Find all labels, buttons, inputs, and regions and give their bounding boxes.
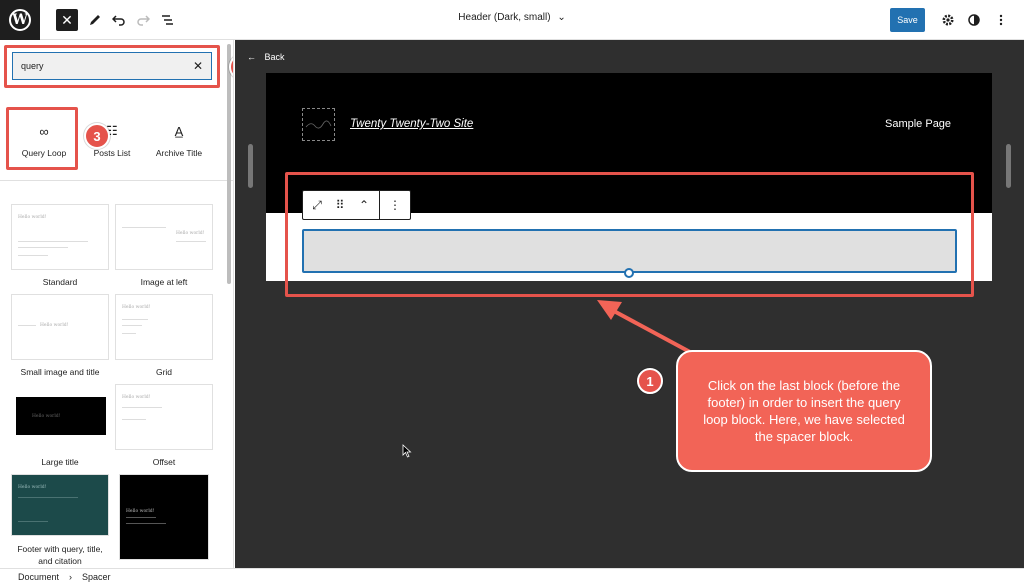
block-breadcrumb: Document › Spacer: [0, 568, 1024, 585]
mouse-cursor-icon: [402, 444, 412, 458]
breadcrumb-item-spacer[interactable]: Spacer: [82, 572, 111, 582]
annotation-badge-3: 3: [84, 123, 110, 149]
chevron-right-icon: ›: [69, 572, 73, 582]
annotation-callout: Click on the last block (before the foot…: [676, 350, 932, 472]
callout-text: Click on the last block (before the foot…: [703, 378, 905, 444]
annotation-arrow: [597, 300, 691, 354]
breadcrumb-item-document[interactable]: Document: [18, 572, 59, 582]
site-editor-screen: W ✕ Header (Dark, small) ⌄ Save query ✕ …: [0, 0, 1024, 585]
annotation-badge-1: 1: [637, 368, 663, 394]
